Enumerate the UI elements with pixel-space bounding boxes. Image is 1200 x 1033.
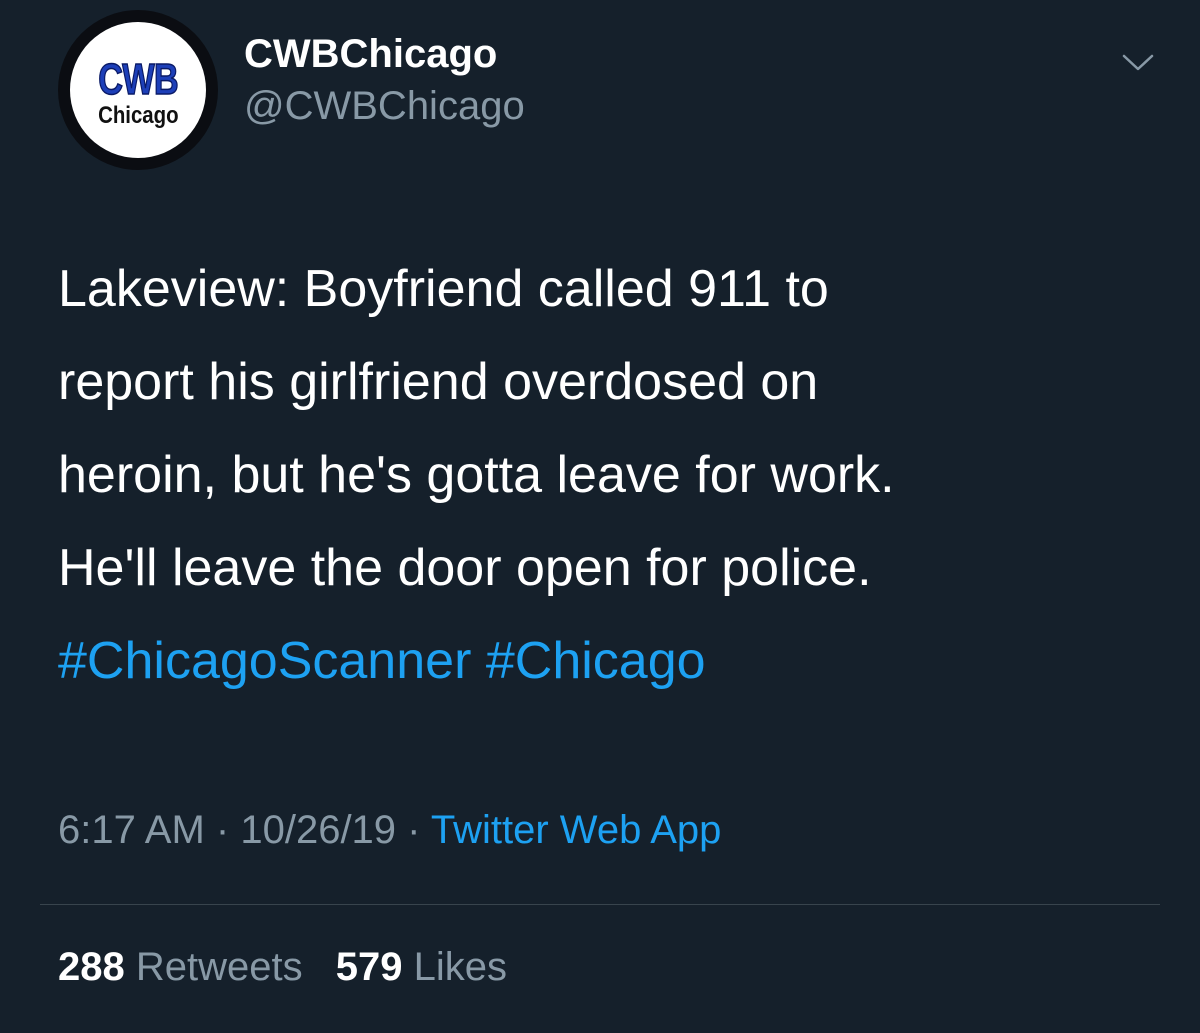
avatar-logo-bottom-text: Chicago xyxy=(97,102,179,129)
tweet-text-line: heroin, but he's gotta leave for work. xyxy=(58,446,895,504)
divider xyxy=(40,904,1160,905)
tweet-date[interactable]: 10/26/19 xyxy=(240,808,396,852)
hashtag-chicagoscanner[interactable]: #ChicagoScanner xyxy=(58,632,471,690)
avatar-logo: CWB Chicago xyxy=(70,22,206,158)
retweets-stat[interactable]: 288 Retweets xyxy=(58,945,303,989)
tweet-menu-button[interactable] xyxy=(1118,48,1158,78)
author-handle[interactable]: @CWBChicago xyxy=(244,84,525,128)
tweet-text-line: He'll leave the door open for police. xyxy=(58,539,872,597)
chevron-down-icon xyxy=(1122,54,1154,71)
tweet-meta: 6:17 AM · 10/26/19 · Twitter Web App xyxy=(58,808,721,853)
hashtag-line: #ChicagoScanner #Chicago xyxy=(58,615,1138,708)
tweet-text-line: report his girlfriend overdosed on xyxy=(58,353,819,411)
avatar-logo-top-text: CWB xyxy=(98,55,180,104)
meta-separator: · xyxy=(215,808,230,852)
retweets-count: 288 xyxy=(58,945,125,989)
tweet-stats: 288 Retweets 579 Likes xyxy=(58,945,529,990)
tweet-time[interactable]: 6:17 AM xyxy=(58,808,205,852)
likes-count: 579 xyxy=(335,945,403,989)
author-display-name[interactable]: CWBChicago xyxy=(244,32,525,76)
retweets-label: Retweets xyxy=(135,945,303,989)
tweet-text-line: Lakeview: Boyfriend called 911 to xyxy=(58,260,829,318)
tweet-source[interactable]: Twitter Web App xyxy=(431,808,722,852)
author-names: CWBChicago @CWBChicago xyxy=(244,32,525,128)
hashtag-chicago[interactable]: #Chicago xyxy=(486,632,706,690)
meta-separator: · xyxy=(407,808,421,852)
likes-label: Likes xyxy=(413,945,508,989)
tweet-header: CWB Chicago CWBChicago @CWBChicago xyxy=(58,10,1158,170)
likes-stat[interactable]: 579 Likes xyxy=(336,945,507,989)
tweet: CWB Chicago CWBChicago @CWBChicago Lakev… xyxy=(0,0,1200,1033)
avatar[interactable]: CWB Chicago xyxy=(58,10,218,170)
tweet-text: Lakeview: Boyfriend called 911 to report… xyxy=(58,243,1138,708)
